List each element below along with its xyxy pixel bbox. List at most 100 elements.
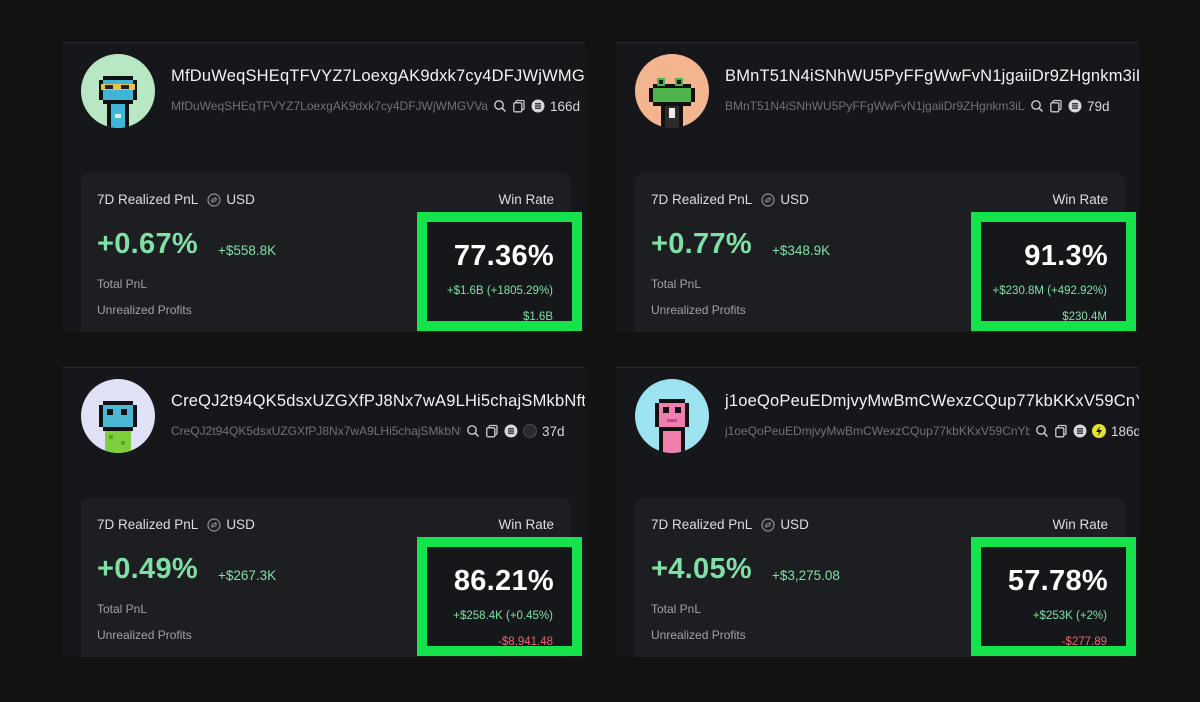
wallet-sub-row: MfDuWeqSHEqTFVYZ7LoexgAK9dxk7cy4DFJWjWMG… (171, 98, 580, 114)
platform-token-icon (523, 424, 537, 438)
avatar[interactable] (635, 54, 709, 128)
search-icon[interactable] (466, 424, 480, 438)
search-icon[interactable] (493, 99, 507, 113)
wallet-card[interactable]: CreQJ2t94QK5dsxUZGXfPJ8Nx7wA9LHi5chajSMk… (62, 367, 585, 657)
wallet-sub-row: j1oeQoPeuEDmjvyMwBmCWexzCQup77kbKKxV59Cn… (725, 423, 1139, 439)
wallet-sub-row: CreQJ2t94QK5dsxUZGXfPJ8Nx7wA9LHi5chajSMk… (171, 423, 565, 439)
wallet-header: MfDuWeqSHEqTFVYZ7LoexgAK9dxk7cy4DFJWjWMG… (81, 54, 585, 134)
win-rate-label: Win Rate (1052, 192, 1108, 207)
pnl-usd: +$348.9K (772, 243, 831, 258)
pnl-percent: +0.67% (97, 228, 198, 260)
wallet-card[interactable]: BMnT51N4iSNhWU5PyFFgWwFvN1jgaiiDr9ZHgnkm… (616, 42, 1139, 332)
pnl-period-label: 7D Realized PnL (651, 192, 753, 207)
avatar[interactable] (81, 54, 155, 128)
unrealized-profits-label: Unrealized Profits (97, 303, 192, 317)
swap-icon[interactable] (761, 517, 775, 532)
wallet-header: j1oeQoPeuEDmjvyMwBmCWexzCQup77kbKKxV59Cn… (635, 379, 1139, 459)
win-rate-value: 77.36% (453, 240, 554, 272)
wallet-header: CreQJ2t94QK5dsxUZGXfPJ8Nx7wA9LHi5chajSMk… (81, 379, 585, 459)
wallet-address-short: j1oeQoPeuEDmjvyMwBmCWexzCQup77kbKKxV59Cn… (725, 424, 1030, 438)
total-pnl-label: Total PnL (97, 602, 148, 616)
currency-toggle[interactable]: USD (780, 517, 809, 532)
total-pnl-value: +$258.4K (+0.45%) (453, 610, 553, 622)
pixel-frog-avatar (635, 379, 709, 453)
pnl-percent: +4.05% (651, 553, 752, 585)
pixel-frog-avatar (635, 54, 709, 128)
win-rate-value: 91.3% (1024, 240, 1108, 272)
win-rate-label: Win Rate (1052, 517, 1108, 532)
pixel-frog-avatar (81, 54, 155, 128)
swap-icon[interactable] (761, 192, 775, 207)
wallet-card[interactable]: j1oeQoPeuEDmjvyMwBmCWexzCQup77kbKKxV59Cn… (616, 367, 1139, 657)
pnl-label-row: 7D Realized PnL USD (651, 517, 809, 532)
total-pnl-value: +$253K (+2%) (1032, 610, 1107, 622)
wallet-address-title[interactable]: j1oeQoPeuEDmjvyMwBmCWexzCQup77kbKKxV59Cn… (725, 392, 1139, 411)
solana-icon (531, 99, 545, 113)
total-pnl-value: +$230.8M (+492.92%) (992, 285, 1107, 297)
pnl-usd: +$267.3K (218, 568, 277, 583)
unrealized-profits-label: Unrealized Profits (651, 303, 746, 317)
total-pnl-value: +$1.6B (+1805.29%) (446, 285, 553, 297)
pnl-percent: +0.49% (97, 553, 198, 585)
wallet-age: 79d (1087, 98, 1110, 114)
wallet-age: 186d (1111, 423, 1139, 439)
unrealized-profits-value: $1.6B (522, 311, 553, 323)
pnl-percent: +0.77% (651, 228, 752, 260)
solana-icon (504, 424, 518, 438)
total-pnl-label: Total PnL (97, 277, 148, 291)
total-pnl-label: Total PnL (651, 602, 702, 616)
wallet-header: BMnT51N4iSNhWU5PyFFgWwFvN1jgaiiDr9ZHgnkm… (635, 54, 1139, 134)
pnl-panel: 7D Realized PnL USD Win Rate +0.77% +$34… (635, 173, 1136, 332)
highlight-box: 57.78% +$253K (+2%) -$277.89 (971, 537, 1136, 656)
win-rate-value: 86.21% (453, 565, 554, 597)
wallet-address-short: BMnT51N4iSNhWU5PyFFgWwFvN1jgaiiDr9ZHgnkm… (725, 99, 1025, 113)
swap-icon[interactable] (207, 192, 221, 207)
wallet-address-title[interactable]: BMnT51N4iSNhWU5PyFFgWwFvN1jgaiiDr9ZHgnkm… (725, 67, 1139, 86)
copy-icon[interactable] (485, 424, 499, 438)
pnl-panel: 7D Realized PnL USD Win Rate +4.05% +$3,… (635, 498, 1136, 657)
wallet-address-short: CreQJ2t94QK5dsxUZGXfPJ8Nx7wA9LHi5chajSMk… (171, 424, 461, 438)
pnl-label-row: 7D Realized PnL USD (97, 517, 255, 532)
unrealized-profits-label: Unrealized Profits (97, 628, 192, 642)
win-rate-label: Win Rate (498, 192, 554, 207)
pnl-usd: +$3,275.08 (772, 568, 840, 583)
currency-toggle[interactable]: USD (780, 192, 809, 207)
wallet-card[interactable]: MfDuWeqSHEqTFVYZ7LoexgAK9dxk7cy4DFJWjWMG… (62, 42, 585, 332)
solana-icon (1068, 99, 1082, 113)
wallet-address-short: MfDuWeqSHEqTFVYZ7LoexgAK9dxk7cy4DFJWjWMG… (171, 99, 488, 113)
wallet-sub-row: BMnT51N4iSNhWU5PyFFgWwFvN1jgaiiDr9ZHgnkm… (725, 98, 1110, 114)
solana-icon (1073, 424, 1087, 438)
highlight-box: 86.21% +$258.4K (+0.45%) -$8,941.48 (417, 537, 582, 656)
pnl-period-label: 7D Realized PnL (651, 517, 753, 532)
pixel-frog-avatar (81, 379, 155, 453)
currency-toggle[interactable]: USD (226, 517, 255, 532)
wallet-age: 37d (542, 423, 565, 439)
highlight-box: 77.36% +$1.6B (+1805.29%) $1.6B (417, 212, 582, 331)
pnl-label-row: 7D Realized PnL USD (97, 192, 255, 207)
pnl-label-row: 7D Realized PnL USD (651, 192, 809, 207)
unrealized-profits-label: Unrealized Profits (651, 628, 746, 642)
total-pnl-label: Total PnL (651, 277, 702, 291)
pnl-usd: +$558.8K (218, 243, 277, 258)
unrealized-profits-value: -$277.89 (1061, 636, 1107, 648)
swap-icon[interactable] (207, 517, 221, 532)
wallet-address-title[interactable]: CreQJ2t94QK5dsxUZGXfPJ8Nx7wA9LHi5chajSMk… (171, 392, 585, 411)
pnl-period-label: 7D Realized PnL (97, 192, 199, 207)
copy-icon[interactable] (1049, 99, 1063, 113)
win-rate-value: 57.78% (1007, 565, 1108, 597)
pnl-panel: 7D Realized PnL USD Win Rate +0.49% +$26… (81, 498, 582, 657)
highlight-box: 91.3% +$230.8M (+492.92%) $230.4M (971, 212, 1136, 331)
currency-toggle[interactable]: USD (226, 192, 255, 207)
search-icon[interactable] (1030, 99, 1044, 113)
pnl-period-label: 7D Realized PnL (97, 517, 199, 532)
lightning-token-icon (1092, 424, 1106, 438)
pnl-panel: 7D Realized PnL USD Win Rate +0.67% +$55… (81, 173, 582, 332)
search-icon[interactable] (1035, 424, 1049, 438)
copy-icon[interactable] (1054, 424, 1068, 438)
wallet-address-title[interactable]: MfDuWeqSHEqTFVYZ7LoexgAK9dxk7cy4DFJWjWMG… (171, 67, 585, 86)
unrealized-profits-value: $230.4M (1062, 311, 1107, 323)
wallet-age: 166d (549, 98, 581, 114)
avatar[interactable] (81, 379, 155, 453)
avatar[interactable] (635, 379, 709, 453)
copy-icon[interactable] (512, 99, 526, 113)
